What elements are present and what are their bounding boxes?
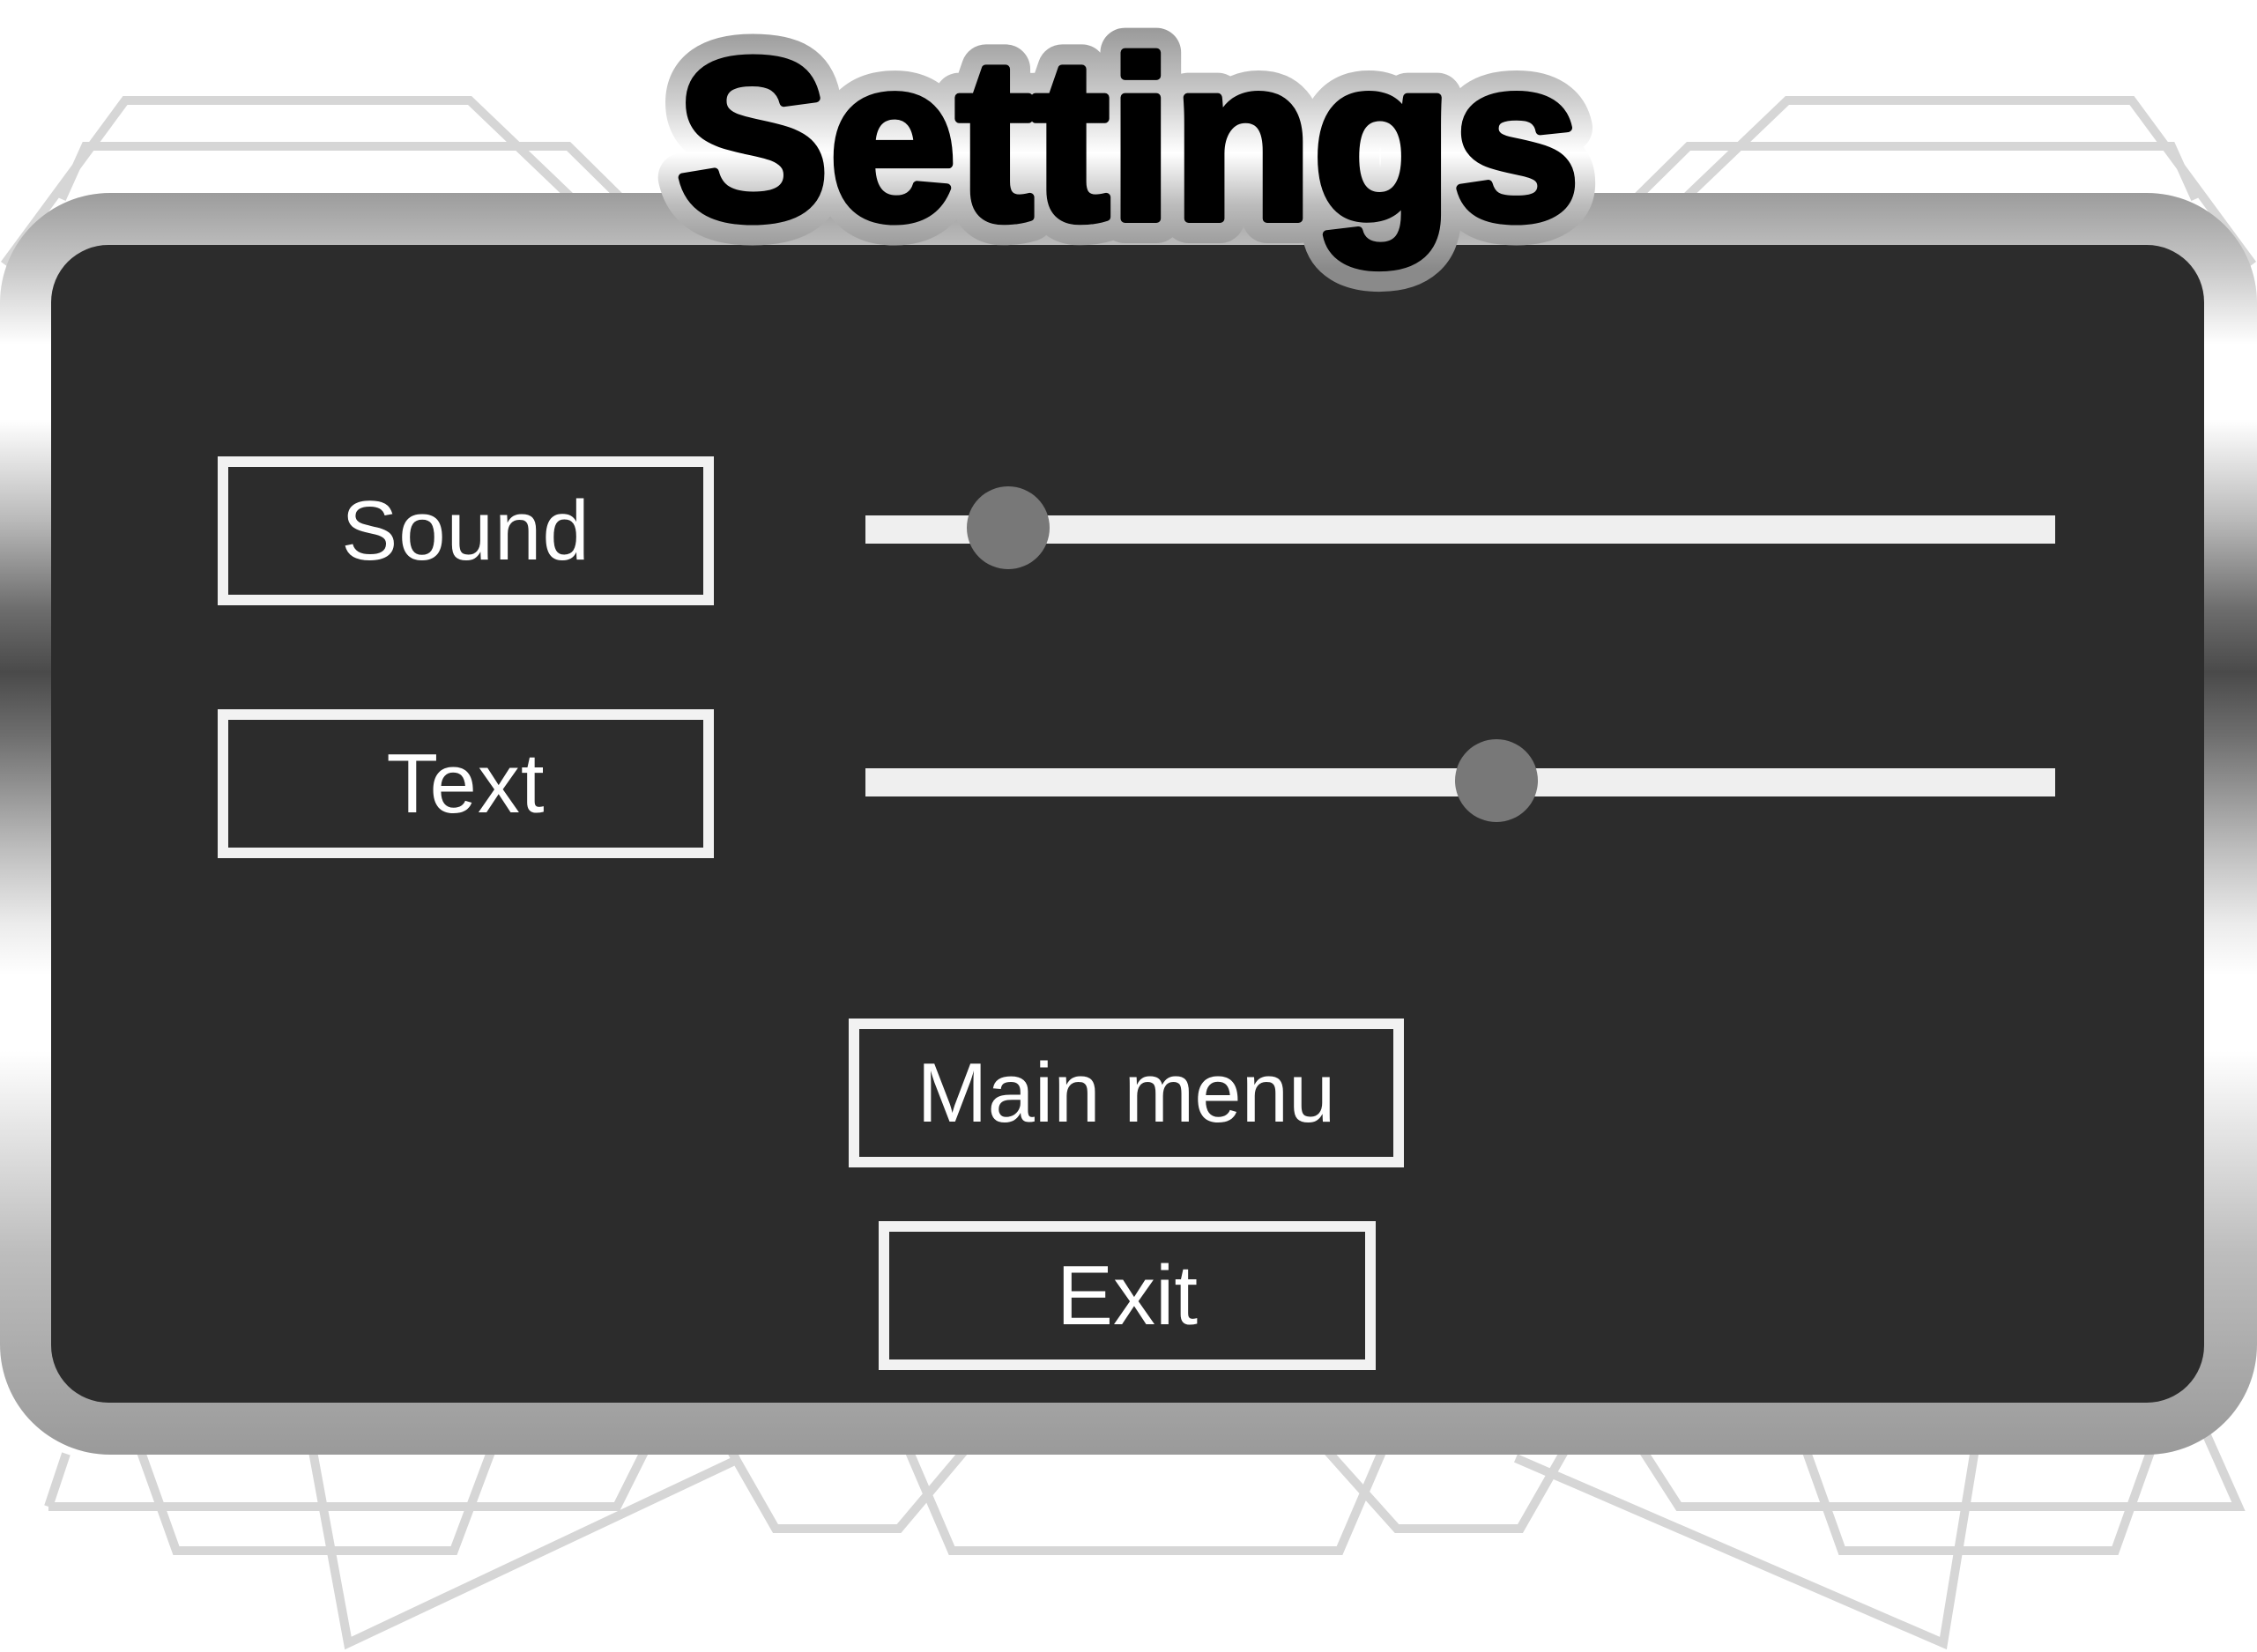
exit-label: Exit <box>1056 1248 1199 1343</box>
sound-slider-knob[interactable] <box>967 486 1050 569</box>
title-graphic: Settings Settings <box>651 0 1605 293</box>
text-label-box: Text <box>218 709 714 858</box>
main-menu-label: Main menu <box>917 1045 1336 1140</box>
text-label: Text <box>386 736 546 831</box>
sound-label: Sound <box>341 483 590 578</box>
main-menu-button[interactable]: Main menu <box>849 1019 1404 1167</box>
exit-button[interactable]: Exit <box>879 1221 1376 1370</box>
page-title: Settings <box>676 16 1580 269</box>
title-banner: Settings Settings <box>599 0 1657 307</box>
settings-panel: Sound Text Main menu Exit <box>51 245 2204 1403</box>
sound-label-box: Sound <box>218 456 714 605</box>
settings-window-frame: Sound Text Main menu Exit <box>0 193 2257 1455</box>
text-slider-knob[interactable] <box>1454 739 1538 822</box>
